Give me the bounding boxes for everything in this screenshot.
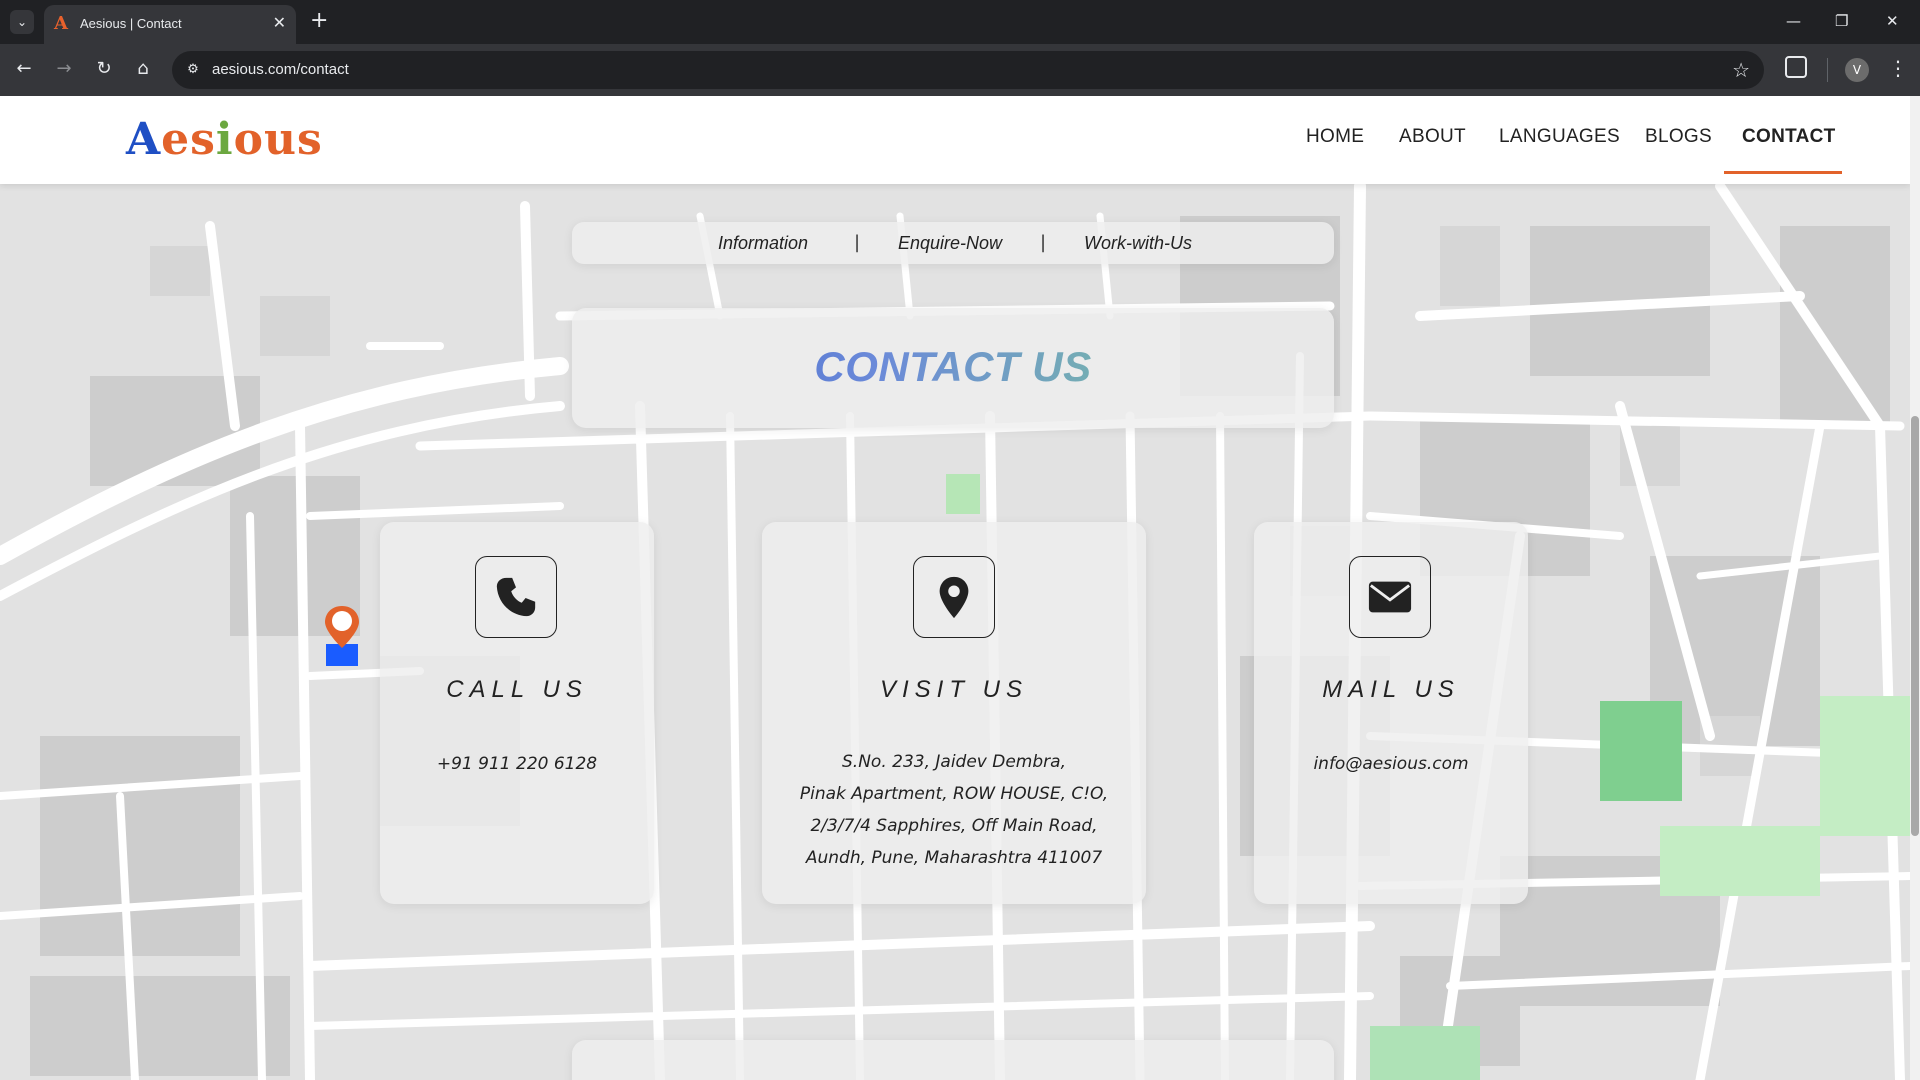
nav-blogs[interactable]: BLOGS <box>1645 126 1712 148</box>
phone-number[interactable]: +91 911 220 6128 <box>380 748 654 780</box>
nav-about[interactable]: ABOUT <box>1399 126 1466 148</box>
back-arrow-icon[interactable]: ← <box>12 57 36 81</box>
map-marker-icon <box>913 556 995 638</box>
address-line: Aundh, Pune, Maharashtra 411007 <box>805 848 1103 868</box>
browser-tab[interactable]: A Aesious | Contact ✕ <box>44 5 296 44</box>
subnav-separator: | <box>854 232 861 253</box>
subnav-enquire-now[interactable]: Enquire-Now <box>898 233 1002 254</box>
address-line: S.No. 233, Jaidev Dembra, <box>842 752 1066 772</box>
address-bar[interactable]: ⚙ aesious.com/contact ☆ <box>172 51 1764 89</box>
subnav-separator: | <box>1040 232 1047 253</box>
mail-us-title: MAIL US <box>1322 676 1460 703</box>
subnav-information[interactable]: Information <box>718 233 808 254</box>
map-location-pin-icon <box>325 606 359 666</box>
call-us-card: CALL US +91 911 220 6128 <box>380 522 654 904</box>
tab-title: Aesious | Contact <box>80 16 182 31</box>
nav-languages[interactable]: LANGUAGES <box>1499 126 1620 148</box>
phone-icon <box>475 556 557 638</box>
address-line: 2/3/7/4 Sapphires, Off Main Road, <box>810 816 1098 836</box>
extensions-puzzle-icon[interactable] <box>1785 56 1807 78</box>
nav-home[interactable]: HOME <box>1306 126 1364 148</box>
browser-toolbar: ← → ↻ ⌂ ⚙ aesious.com/contact ☆ V ⋮ <box>0 44 1920 96</box>
url-text[interactable]: aesious.com/contact <box>212 61 349 78</box>
bookmark-star-icon[interactable]: ☆ <box>1732 58 1750 82</box>
site-info-icon[interactable]: ⚙ <box>184 61 202 79</box>
email-address[interactable]: info@aesious.com <box>1254 748 1528 780</box>
contact-hero-panel: CONTACT US <box>572 308 1334 428</box>
logo-letters-ous: ous <box>233 114 323 165</box>
call-us-title: CALL US <box>446 676 588 703</box>
logo-letter-s: s <box>190 114 216 165</box>
aesious-logo[interactable]: Aesious <box>126 114 323 166</box>
contact-subnav: Information | Enquire-Now | Work-with-Us <box>572 222 1334 264</box>
browser-tab-bar: ⌄ A Aesious | Contact ✕ + — ❐ ✕ <box>0 0 1920 44</box>
site-favicon-icon: A <box>54 13 68 34</box>
forward-arrow-icon[interactable]: → <box>52 57 76 81</box>
address-line: Pinak Apartment, ROW HOUSE, C!O, <box>799 784 1109 804</box>
envelope-icon <box>1349 556 1431 638</box>
logo-letter-a: A <box>126 114 162 165</box>
toolbar-divider <box>1827 58 1828 82</box>
close-window-icon[interactable]: ✕ <box>1886 10 1899 32</box>
logo-letter-e: e <box>161 114 191 165</box>
profile-avatar[interactable]: V <box>1845 58 1869 82</box>
nav-contact[interactable]: CONTACT <box>1742 126 1836 148</box>
page-scrollbar[interactable] <box>1910 96 1920 1080</box>
site-header: Aesious HOME ABOUT LANGUAGES BLOGS CONTA… <box>0 96 1910 184</box>
reload-icon[interactable]: ↻ <box>92 57 116 81</box>
tab-close-icon[interactable]: ✕ <box>273 13 286 33</box>
mail-us-card: MAIL US info@aesious.com <box>1254 522 1528 904</box>
home-icon[interactable]: ⌂ <box>131 57 155 81</box>
subnav-work-with-us[interactable]: Work-with-Us <box>1084 233 1192 254</box>
page-viewport: Aesious HOME ABOUT LANGUAGES BLOGS CONTA… <box>0 96 1910 1080</box>
active-nav-underline <box>1724 171 1842 174</box>
page-title: CONTACT US <box>572 343 1334 391</box>
visit-us-card: VISIT US S.No. 233, Jaidev Dembra, Pinak… <box>762 522 1146 904</box>
minimize-window-icon[interactable]: — <box>1786 10 1801 32</box>
logo-letter-i: i <box>215 114 234 165</box>
restore-window-icon[interactable]: ❐ <box>1835 10 1848 32</box>
scrollbar-thumb[interactable] <box>1911 416 1919 836</box>
new-tab-button[interactable]: + <box>310 9 328 33</box>
tab-search-chevron-icon[interactable]: ⌄ <box>10 10 34 34</box>
office-address: S.No. 233, Jaidev Dembra, Pinak Apartmen… <box>762 746 1146 874</box>
bottom-panel <box>572 1040 1334 1080</box>
browser-menu-icon[interactable]: ⋮ <box>1888 56 1908 80</box>
visit-us-title: VISIT US <box>879 676 1029 703</box>
